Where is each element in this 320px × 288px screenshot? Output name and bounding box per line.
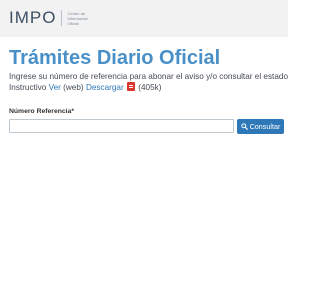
logo-subtitle: Centro de Información Oficial	[67, 11, 88, 26]
page-title: Trámites Diario Oficial	[9, 47, 221, 69]
site-header: IMPO Centro de Información Oficial	[0, 0, 288, 37]
descargar-link[interactable]: Descargar	[86, 83, 124, 92]
ver-link[interactable]: Ver	[49, 83, 61, 92]
pdf-icon[interactable]	[127, 82, 135, 91]
intro-text: Ingrese su número de referencia para abo…	[9, 71, 288, 93]
instructivo-label: Instructivo	[9, 83, 47, 92]
file-size: (405k)	[138, 83, 162, 92]
web-suffix: (web)	[63, 83, 84, 92]
consultar-button-label: Consultar	[249, 122, 281, 131]
consultar-button[interactable]: Consultar	[237, 119, 284, 134]
logo-divider	[61, 10, 63, 26]
search-icon	[240, 123, 248, 130]
page: IMPO Centro de Información Oficial Trámi…	[0, 0, 288, 288]
impo-logo[interactable]: IMPO Centro de Información Oficial	[9, 9, 88, 27]
intro-line: Ingrese su número de referencia para abo…	[9, 72, 288, 81]
logo-subtitle-line: Oficial	[67, 21, 79, 26]
reference-number-label: Número Referencia*	[9, 108, 74, 115]
reference-number-input[interactable]	[9, 119, 234, 133]
logo-text: IMPO	[9, 8, 57, 27]
